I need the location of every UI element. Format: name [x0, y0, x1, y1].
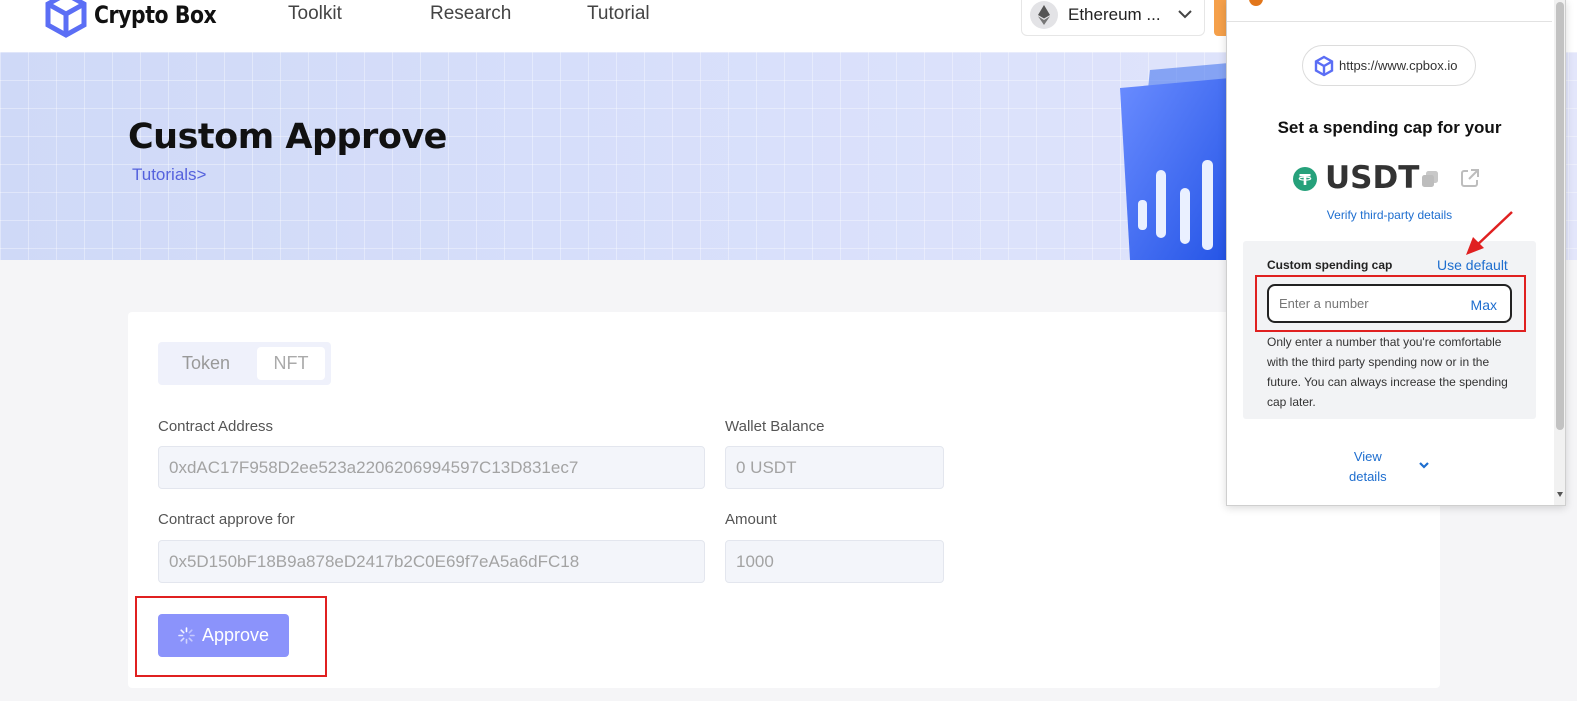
nav-link-research[interactable]: Research: [430, 2, 511, 26]
chevron-down-icon[interactable]: [1417, 458, 1431, 472]
network-label: Ethereum ...: [1068, 5, 1161, 24]
spending-cap-help: Only enter a number that you're comforta…: [1267, 335, 1508, 409]
tab-nft[interactable]: NFT: [257, 347, 325, 380]
approve-button[interactable]: Approve: [158, 614, 289, 657]
loading-spinner-icon: [178, 627, 195, 644]
approve-for-label: Contract approve for: [158, 511, 295, 528]
contract-address-label: Contract Address: [158, 418, 274, 435]
tether-icon: [1293, 167, 1317, 191]
popup-header: [1227, 0, 1552, 22]
tutorials-link[interactable]: Tutorials>: [132, 165, 206, 185]
popup-scrollbar[interactable]: [1554, 0, 1565, 505]
view-details-link[interactable]: View details: [1349, 447, 1387, 487]
scroll-down-arrow-icon[interactable]: [1557, 492, 1563, 497]
token-symbol: USDT: [1325, 160, 1420, 196]
ethereum-icon: [1030, 1, 1058, 29]
amount-label: Amount: [725, 511, 777, 528]
site-origin-pill: https://www.cpbox.io: [1302, 45, 1476, 86]
site-logo-icon: [1314, 55, 1334, 77]
site-url: https://www.cpbox.io: [1339, 58, 1458, 73]
custom-cap-label: Custom spending cap: [1267, 258, 1393, 272]
tab-token[interactable]: Token: [164, 347, 248, 380]
wallet-balance-label: Wallet Balance: [725, 418, 825, 435]
amount-field[interactable]: 1000: [725, 540, 944, 583]
use-default-link[interactable]: Use default: [1437, 257, 1508, 273]
chevron-down-icon: [1178, 10, 1192, 19]
page-title: Custom Approve: [128, 117, 447, 157]
token-row: USDT: [1293, 160, 1493, 196]
approve-for-field[interactable]: 0x5D150bF18B9a878eD2417b2C0E69f7eA5a6dFC…: [158, 540, 705, 583]
external-link-icon[interactable]: [1459, 167, 1481, 189]
view-details-line2: details: [1349, 469, 1387, 484]
wallet-popup: https://www.cpbox.io Set a spending cap …: [1226, 0, 1566, 506]
view-details-line1: View: [1353, 449, 1382, 464]
verify-third-party-link[interactable]: Verify third-party details: [1227, 208, 1552, 222]
max-button[interactable]: Max: [1471, 297, 1497, 313]
account-avatar[interactable]: [1249, 0, 1263, 6]
network-selector[interactable]: Ethereum ...: [1021, 0, 1205, 36]
spending-cap-panel: Custom spending cap Use default Enter a …: [1243, 241, 1536, 419]
copy-icon[interactable]: [1419, 168, 1441, 190]
spending-cap-placeholder: Enter a number: [1279, 296, 1369, 311]
nav-link-toolkit[interactable]: Toolkit: [288, 2, 342, 26]
approve-button-label: Approve: [202, 625, 270, 645]
spending-cap-input[interactable]: Enter a number Max: [1267, 284, 1512, 323]
brand-name[interactable]: Crypto Box: [94, 0, 217, 30]
chart-illustration: [1120, 62, 1240, 260]
asset-type-toggle: Token NFT: [158, 342, 331, 385]
scrollbar-thumb[interactable]: [1556, 2, 1564, 430]
crypto-box-logo[interactable]: [44, 0, 88, 38]
contract-address-field[interactable]: 0xdAC17F958D2ee523a2206206994597C13D831e…: [158, 446, 705, 489]
wallet-balance-field: 0 USDT: [725, 446, 944, 489]
spending-cap-heading: Set a spending cap for your: [1277, 118, 1502, 137]
nav-link-tutorial[interactable]: Tutorial: [587, 2, 650, 26]
